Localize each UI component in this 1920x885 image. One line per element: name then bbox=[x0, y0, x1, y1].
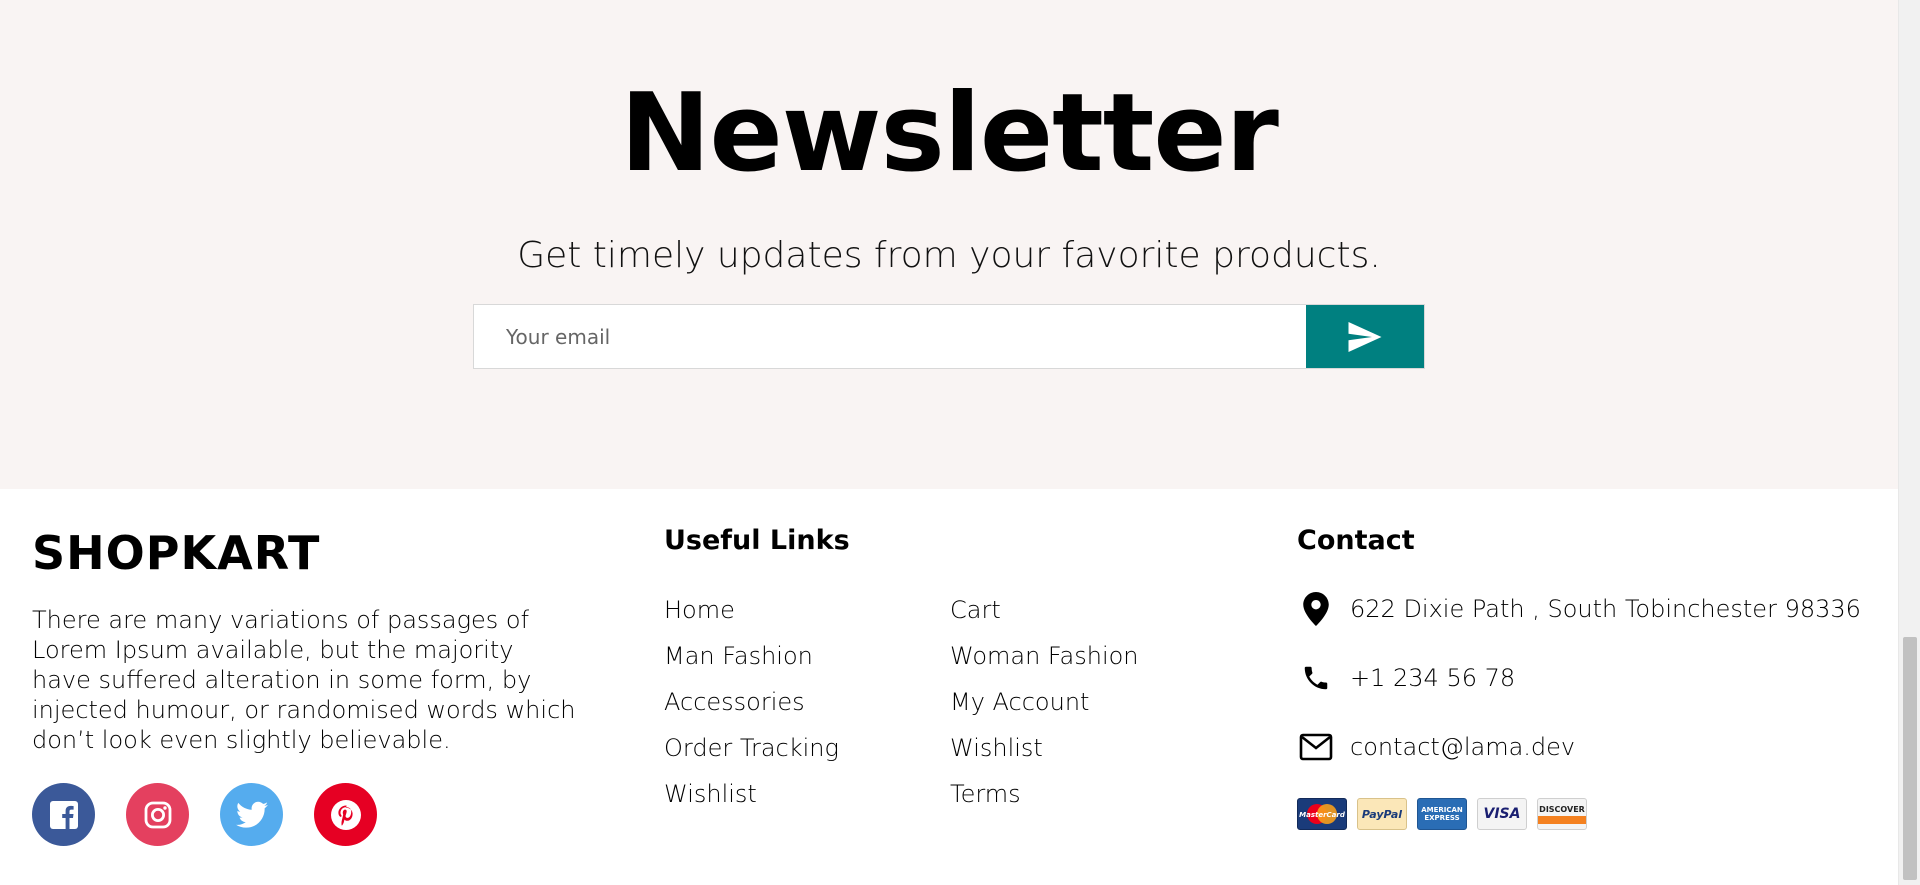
twitter-icon bbox=[235, 801, 268, 828]
paypal-label: PayPal bbox=[1361, 807, 1403, 821]
footer-link-home[interactable]: Home bbox=[664, 595, 950, 626]
newsletter-title: Newsletter bbox=[620, 71, 1279, 196]
scrollbar-thumb[interactable] bbox=[1903, 637, 1917, 880]
discover-icon: DISCOVER bbox=[1537, 798, 1587, 830]
footer-link-wishlist[interactable]: Wishlist bbox=[664, 779, 950, 810]
twitter-button[interactable] bbox=[220, 783, 283, 846]
facebook-button[interactable] bbox=[32, 783, 95, 846]
useful-links-heading: Useful Links bbox=[664, 525, 850, 556]
contact-email-text[interactable]: contact@lama.dev bbox=[1350, 733, 1575, 761]
footer-links-column: Useful Links Home Cart Man Fashion Woman… bbox=[664, 489, 1244, 810]
newsletter-form bbox=[473, 304, 1425, 369]
payment-methods: MasterCard PayPal AMERICAN EXPRESS VISA … bbox=[1297, 798, 1877, 830]
contact-heading: Contact bbox=[1297, 525, 1415, 556]
footer-link-woman-fashion[interactable]: Woman Fashion bbox=[950, 641, 1236, 672]
brand-logo[interactable]: SHOPKART bbox=[32, 525, 592, 581]
contact-email: contact@lama.dev bbox=[1297, 727, 1877, 767]
visa-icon: VISA bbox=[1477, 798, 1527, 830]
footer-link-cart[interactable]: Cart bbox=[950, 595, 1236, 626]
footer-link-terms[interactable]: Terms bbox=[950, 779, 1236, 810]
subscribe-button[interactable] bbox=[1306, 305, 1424, 368]
paypal-icon: PayPal bbox=[1357, 798, 1407, 830]
amex-icon: AMERICAN EXPRESS bbox=[1417, 798, 1467, 830]
footer-brand-column: SHOPKART There are many variations of pa… bbox=[32, 489, 592, 846]
page-scrollbar[interactable] bbox=[1898, 0, 1920, 885]
footer-link-man-fashion[interactable]: Man Fashion bbox=[664, 641, 950, 672]
newsletter-section: Newsletter Get timely updates from your … bbox=[0, 0, 1898, 489]
facebook-icon bbox=[49, 800, 78, 829]
footer-link-wishlist[interactable]: Wishlist bbox=[950, 733, 1236, 764]
send-icon bbox=[1348, 321, 1382, 352]
site-footer: SHOPKART There are many variations of pa… bbox=[0, 489, 1898, 885]
phone-icon bbox=[1297, 659, 1335, 697]
amex-label: AMERICAN EXPRESS bbox=[1421, 806, 1463, 822]
contact-address-text: 622 Dixie Path , South Tobinchester 9833… bbox=[1350, 595, 1861, 623]
contact-address: 622 Dixie Path , South Tobinchester 9833… bbox=[1297, 589, 1877, 629]
pinterest-icon bbox=[330, 799, 361, 830]
footer-link-my-account[interactable]: My Account bbox=[950, 687, 1236, 718]
footer-link-accessories[interactable]: Accessories bbox=[664, 687, 950, 718]
brand-description: There are many variations of passages of… bbox=[32, 606, 576, 754]
discover-label: DISCOVER bbox=[1539, 804, 1585, 814]
visa-label: VISA bbox=[1483, 806, 1521, 822]
contact-list: 622 Dixie Path , South Tobinchester 9833… bbox=[1297, 589, 1877, 767]
mastercard-icon: MasterCard bbox=[1297, 798, 1347, 830]
footer-link-order-tracking[interactable]: Order Tracking bbox=[664, 733, 950, 764]
mail-icon bbox=[1297, 728, 1335, 766]
email-input[interactable] bbox=[474, 305, 1306, 368]
footer-contact-column: Contact 622 Dixie Path , South Tobinches… bbox=[1297, 489, 1877, 830]
newsletter-description: Get timely updates from your favorite pr… bbox=[517, 235, 1381, 276]
discover-stripe bbox=[1538, 815, 1586, 824]
contact-phone-text: +1 234 56 78 bbox=[1350, 664, 1516, 692]
instagram-button[interactable] bbox=[126, 783, 189, 846]
useful-links-list: Home Cart Man Fashion Woman Fashion Acce… bbox=[664, 595, 1244, 810]
contact-phone: +1 234 56 78 bbox=[1297, 658, 1877, 698]
instagram-icon bbox=[144, 801, 171, 828]
mastercard-label: MasterCard bbox=[1299, 811, 1345, 819]
location-pin-icon bbox=[1297, 590, 1335, 628]
social-links bbox=[32, 783, 592, 846]
pinterest-button[interactable] bbox=[314, 783, 377, 846]
